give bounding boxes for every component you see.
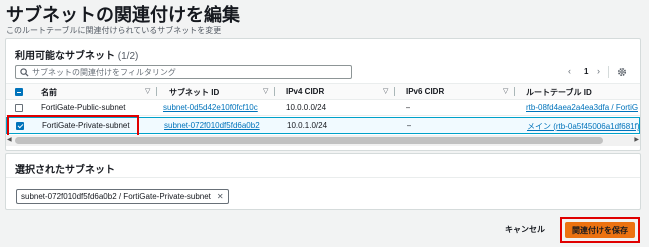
scroll-left-icon[interactable]: ◀	[7, 137, 12, 144]
selection-count: (1/2)	[117, 51, 139, 62]
column-separator	[274, 87, 275, 96]
column-separator	[156, 87, 157, 96]
table-header: 名前 ▽ サブネット ID ▽ IPv4 CIDR ▽ IPv6 CIDR ▽ …	[6, 83, 640, 100]
sort-subnet-id-icon[interactable]: ▽	[263, 87, 268, 95]
highlight-box: 関連付けを保存	[560, 217, 640, 243]
page-title: サブネットの関連付けを編集	[6, 5, 240, 25]
highlight-box	[7, 115, 139, 137]
filter-search-box[interactable]	[15, 65, 352, 79]
column-header-subnet-id[interactable]: サブネット ID	[169, 87, 219, 98]
column-header-ipv4[interactable]: IPv4 CIDR	[286, 87, 324, 96]
available-subnets-title: 利用可能なサブネット	[15, 51, 115, 62]
horizontal-scrollbar[interactable]: ◀ ▶	[6, 135, 640, 146]
selected-subnet-token: subnet-072f010df5fd6a0b2 / FortiGate-Pri…	[16, 189, 229, 204]
sort-ipv6-icon[interactable]: ▽	[503, 87, 508, 95]
subnet-id-link[interactable]: subnet-0d5d42e10f0fcf10c	[163, 103, 271, 112]
scroll-right-icon[interactable]: ▶	[634, 137, 639, 144]
sort-ipv4-icon[interactable]: ▽	[383, 87, 388, 95]
divider	[6, 177, 640, 178]
save-associations-button[interactable]: 関連付けを保存	[565, 222, 635, 238]
page-subtitle: このルートテーブルに関連付けられているサブネットを変更	[6, 26, 222, 35]
filter-search-input[interactable]	[32, 66, 342, 78]
ipv6-cidr: –	[406, 103, 411, 112]
pager-divider	[608, 66, 609, 78]
ipv4-cidr: 10.0.0.0/24	[286, 103, 327, 112]
row-checkbox[interactable]	[15, 104, 23, 112]
scrollbar-thumb[interactable]	[15, 137, 603, 144]
table-row[interactable]: FortiGate-Public-subnet subnet-0d5d42e10…	[6, 100, 640, 116]
prev-page-icon[interactable]: ‹	[568, 66, 571, 76]
cancel-button[interactable]: キャンセル	[505, 224, 545, 235]
route-table-link[interactable]: メイン (rtb-0a5f45006a1df681f)	[527, 121, 639, 132]
column-separator	[514, 87, 515, 96]
search-icon	[20, 68, 29, 77]
column-header-ipv6[interactable]: IPv6 CIDR	[406, 87, 444, 96]
gear-icon[interactable]	[617, 67, 627, 77]
sort-name-icon[interactable]: ▽	[145, 87, 150, 95]
selected-subnets-heading: 選択されたサブネット	[15, 165, 115, 176]
token-label: subnet-072f010df5fd6a0b2 / FortiGate-Pri…	[21, 192, 211, 201]
next-page-icon[interactable]: ›	[597, 66, 600, 76]
ipv6-cidr: –	[407, 121, 412, 130]
subnet-id-link[interactable]: subnet-072f010df5fd6a0b2	[164, 121, 272, 130]
column-header-name[interactable]: 名前	[41, 87, 57, 98]
route-table-link[interactable]: rtb-08fd4aea2a4ea3dfa / FortiGa	[526, 103, 638, 112]
page-number[interactable]: 1	[584, 67, 588, 76]
available-subnets-heading: 利用可能なサブネット (1/2)	[15, 47, 138, 62]
column-header-route-table[interactable]: ルートテーブル ID	[526, 87, 592, 98]
select-all-checkbox[interactable]	[15, 88, 23, 96]
subnet-name: FortiGate-Public-subnet	[41, 103, 126, 112]
close-icon[interactable]: ✕	[217, 192, 224, 201]
ipv4-cidr: 10.0.1.0/24	[287, 121, 328, 130]
column-separator	[394, 87, 395, 96]
